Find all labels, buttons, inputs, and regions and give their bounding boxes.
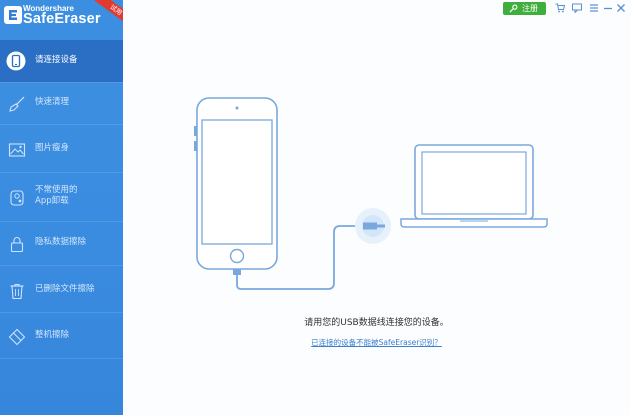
divider xyxy=(0,172,123,173)
sidebar-item-photo-compress[interactable]: 图片瘦身 xyxy=(0,129,123,169)
brand: Wondershare SafeEraser 试用 xyxy=(0,0,123,40)
menu-icon[interactable] xyxy=(589,3,599,13)
lock-icon xyxy=(10,237,24,253)
sidebar-item-label: 不常使用的 App卸载 xyxy=(35,185,78,207)
sidebar-item-label: 已删除文件擦除 xyxy=(35,284,95,294)
divider xyxy=(0,265,123,266)
connect-instruction: 请用您的USB数据线连接您的设备。 xyxy=(304,318,449,328)
sidebar-item-label: 整机擦除 xyxy=(35,330,70,340)
sidebar-item-label: 图片瘦身 xyxy=(35,143,70,153)
sidebar-item-connect-device[interactable]: 请连接设备 xyxy=(0,40,123,82)
register-label: 注册 xyxy=(522,4,538,13)
device-not-recognized-link[interactable]: 已连接的设备不能被SafeEraser识别？ xyxy=(123,338,630,348)
device-connection-illustration xyxy=(194,97,548,290)
laptop-illustration xyxy=(400,144,548,228)
sidebar-item-app-uninstall[interactable]: 不常使用的 App卸载 xyxy=(0,176,123,220)
register-button[interactable]: 注册 xyxy=(503,2,546,15)
cart-icon[interactable] xyxy=(555,3,565,13)
eraser-icon xyxy=(8,328,26,346)
divider xyxy=(0,358,123,359)
broom-icon xyxy=(9,96,25,112)
key-icon xyxy=(509,4,518,13)
sidebar-item-privacy-erase[interactable]: 隐私数据擦除 xyxy=(0,223,123,263)
sidebar-item-label: 隐私数据擦除 xyxy=(35,237,87,247)
phone-icon xyxy=(6,51,26,71)
sidebar-item-label: 快速清理 xyxy=(35,97,70,107)
trial-ribbon: 试用 xyxy=(91,0,123,24)
divider xyxy=(0,221,123,222)
sidebar-item-label: 请连接设备 xyxy=(35,55,78,65)
sidebar-item-full-erase[interactable]: 整机擦除 xyxy=(0,316,123,356)
divider xyxy=(0,312,123,313)
brand-product: SafeEraser xyxy=(23,11,101,27)
logo-icon xyxy=(4,6,22,24)
phone-illustration xyxy=(194,97,278,275)
sidebar-item-deleted-files-erase[interactable]: 已删除文件擦除 xyxy=(0,270,123,310)
trash-icon xyxy=(10,284,24,300)
app-icon xyxy=(10,190,24,206)
sidebar: Wondershare SafeEraser 试用 请连接设备 快速清理 图片瘦… xyxy=(0,0,123,415)
minimize-icon[interactable] xyxy=(603,3,613,13)
trial-ribbon-label: 试用 xyxy=(94,0,123,24)
close-icon[interactable] xyxy=(616,3,626,13)
feedback-icon[interactable] xyxy=(572,3,582,13)
sidebar-item-label-line1: 不常使用的 xyxy=(35,185,78,195)
sidebar-item-quick-clean[interactable]: 快速清理 xyxy=(0,83,123,123)
divider xyxy=(0,124,123,125)
sidebar-item-label-line2: App卸载 xyxy=(35,196,69,206)
picture-icon xyxy=(8,143,26,157)
